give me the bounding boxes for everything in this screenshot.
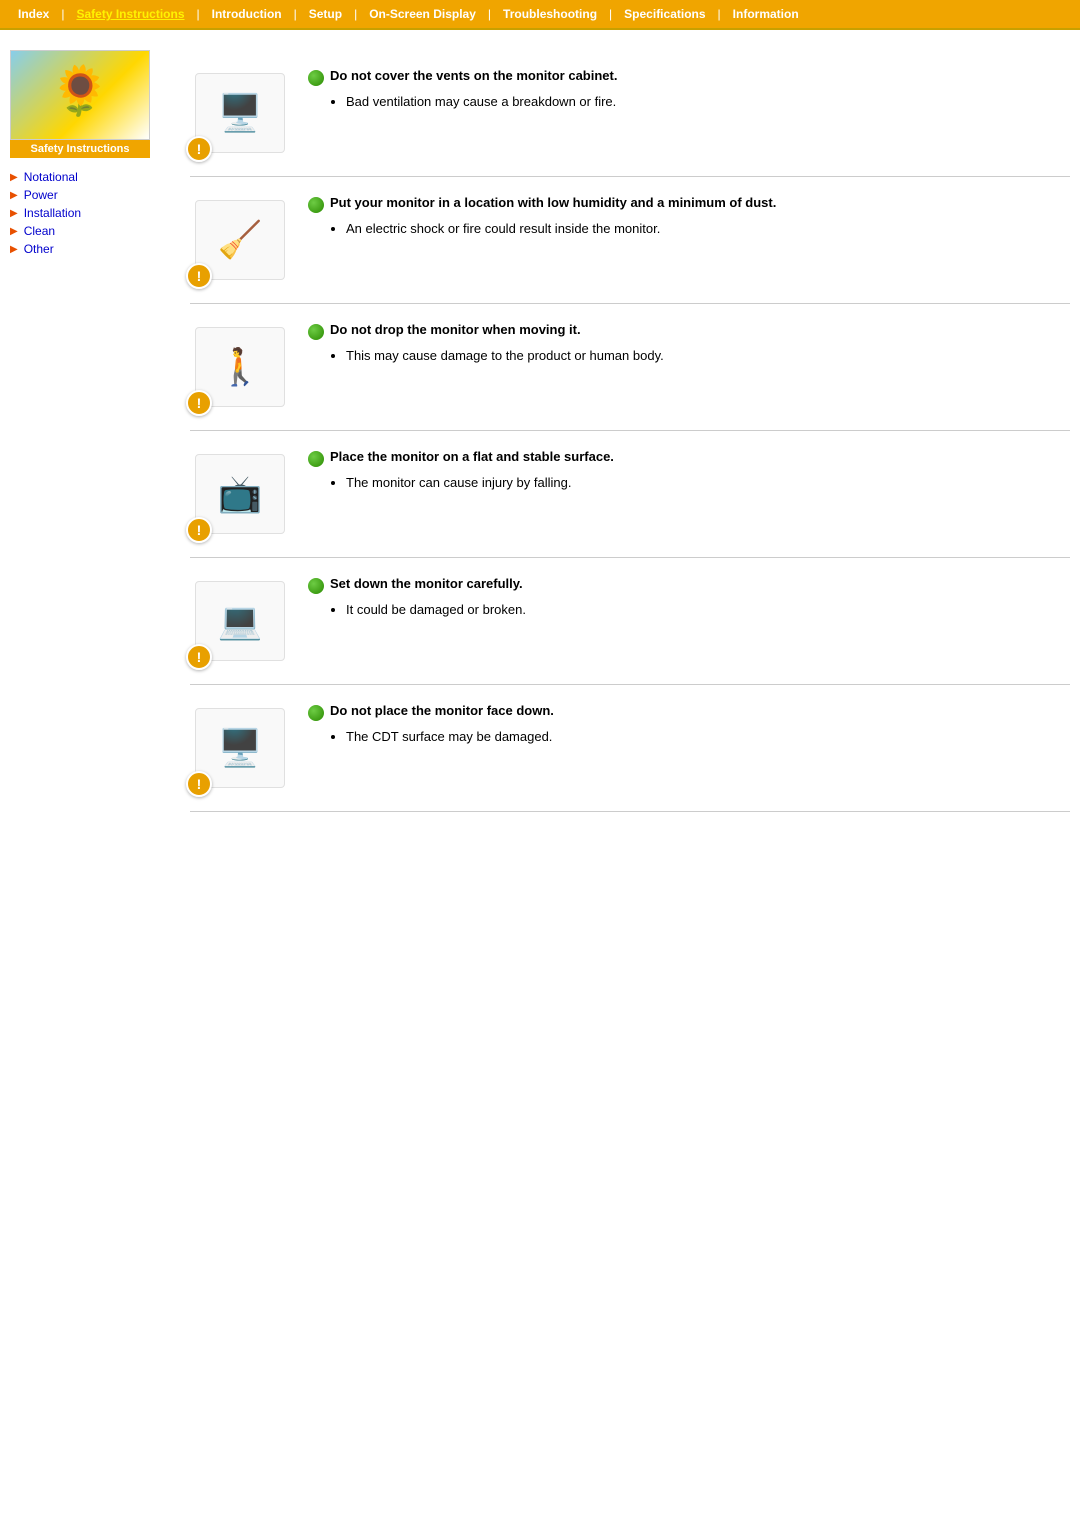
nav-separator: |: [195, 7, 202, 21]
warning-badge-0: !: [186, 136, 212, 162]
sidebar-link-label: Installation: [24, 206, 81, 220]
nav-item-specifications[interactable]: Specifications: [614, 4, 715, 24]
nav-separator: |: [716, 7, 723, 21]
inst-heading-text-1: Put your monitor in a location with low …: [330, 195, 776, 210]
inst-bullet-list-4: It could be damaged or broken.: [330, 602, 1060, 617]
instruction-image-5: 🖥️!: [190, 703, 290, 793]
sidebar-hero-label: Safety Instructions: [10, 140, 150, 158]
inst-heading-text-5: Do not place the monitor face down.: [330, 703, 554, 718]
sidebar: 🌻 Safety Instructions ▶Notational▶Power▶…: [10, 50, 170, 812]
green-circle-icon-0: [308, 70, 324, 86]
nav-item-troubleshooting[interactable]: Troubleshooting: [493, 4, 607, 24]
green-circle-icon-1: [308, 197, 324, 213]
sidebar-hero-image: 🌻: [50, 62, 110, 119]
nav-separator: |: [352, 7, 359, 21]
inst-heading-text-0: Do not cover the vents on the monitor ca…: [330, 68, 617, 83]
inst-bullet-item-1: An electric shock or fire could result i…: [346, 221, 1060, 236]
sidebar-link-installation[interactable]: ▶ Installation: [10, 204, 170, 222]
instruction-block-5: 🖥️! Do not place the monitor face down. Th…: [190, 685, 1070, 812]
nav-item-setup[interactable]: Setup: [299, 4, 352, 24]
arrow-icon: ▶: [10, 172, 18, 183]
inst-heading-1: Put your monitor in a location with low …: [308, 195, 1060, 213]
sidebar-link-power[interactable]: ▶ Power: [10, 186, 170, 204]
inst-heading-2: Do not drop the monitor when moving it.: [308, 322, 1060, 340]
green-circle-icon-4: [308, 578, 324, 594]
inst-bullet-list-0: Bad ventilation may cause a breakdown or…: [330, 94, 1060, 109]
nav-item-on-screen-display[interactable]: On-Screen Display: [359, 4, 486, 24]
warning-badge-5: !: [186, 771, 212, 797]
instruction-text-1: Put your monitor in a location with low …: [308, 195, 1060, 236]
sidebar-link-label: Clean: [24, 224, 55, 238]
instruction-text-4: Set down the monitor carefully. It could …: [308, 576, 1060, 617]
green-circle-icon-2: [308, 324, 324, 340]
inst-heading-4: Set down the monitor carefully.: [308, 576, 1060, 594]
green-circle-icon-5: [308, 705, 324, 721]
inst-bullet-list-5: The CDT surface may be damaged.: [330, 729, 1060, 744]
instruction-block-4: 💻! Set down the monitor carefully. It coul…: [190, 558, 1070, 685]
arrow-icon: ▶: [10, 208, 18, 219]
inst-heading-text-3: Place the monitor on a flat and stable s…: [330, 449, 614, 464]
warning-badge-4: !: [186, 644, 212, 670]
nav-separator: |: [59, 7, 66, 21]
instruction-block-2: 🚶! Do not drop the monitor when moving it…: [190, 304, 1070, 431]
instruction-block-0: 🖥️! Do not cover the vents on the monitor…: [190, 50, 1070, 177]
inst-bullet-item-0: Bad ventilation may cause a breakdown or…: [346, 94, 1060, 109]
inst-bullet-item-2: This may cause damage to the product or …: [346, 348, 1060, 363]
sidebar-link-notational[interactable]: ▶ Notational: [10, 168, 170, 186]
sidebar-link-clean[interactable]: ▶ Clean: [10, 222, 170, 240]
green-circle-icon-3: [308, 451, 324, 467]
nav-item-index[interactable]: Index: [8, 4, 59, 24]
instruction-text-0: Do not cover the vents on the monitor ca…: [308, 68, 1060, 109]
sidebar-link-label: Power: [24, 188, 58, 202]
instruction-image-4: 💻!: [190, 576, 290, 666]
nav-separator: |: [607, 7, 614, 21]
content-area: 🖥️! Do not cover the vents on the monitor…: [190, 50, 1070, 812]
instruction-block-3: 📺! Place the monitor on a flat and stable…: [190, 431, 1070, 558]
nav-item-information[interactable]: Information: [723, 4, 809, 24]
instruction-image-1: 🧹!: [190, 195, 290, 285]
inst-heading-0: Do not cover the vents on the monitor ca…: [308, 68, 1060, 86]
arrow-icon: ▶: [10, 190, 18, 201]
warning-badge-3: !: [186, 517, 212, 543]
inst-bullet-list-2: This may cause damage to the product or …: [330, 348, 1060, 363]
inst-bullet-list-3: The monitor can cause injury by falling.: [330, 475, 1060, 490]
inst-heading-text-2: Do not drop the monitor when moving it.: [330, 322, 581, 337]
sidebar-link-other[interactable]: ▶ Other: [10, 240, 170, 258]
nav-item-introduction[interactable]: Introduction: [202, 4, 292, 24]
instruction-image-2: 🚶!: [190, 322, 290, 412]
instruction-text-5: Do not place the monitor face down. The C…: [308, 703, 1060, 744]
arrow-icon: ▶: [10, 244, 18, 255]
sidebar-hero: 🌻: [10, 50, 150, 140]
sidebar-link-label: Notational: [24, 170, 78, 184]
warning-badge-2: !: [186, 390, 212, 416]
inst-bullet-item-3: The monitor can cause injury by falling.: [346, 475, 1060, 490]
sidebar-link-label: Other: [24, 242, 54, 256]
nav-item-safety-instructions[interactable]: Safety Instructions: [66, 4, 194, 24]
nav-separator: |: [486, 7, 493, 21]
instruction-image-3: 📺!: [190, 449, 290, 539]
inst-bullet-item-4: It could be damaged or broken.: [346, 602, 1060, 617]
inst-bullet-list-1: An electric shock or fire could result i…: [330, 221, 1060, 236]
warning-badge-1: !: [186, 263, 212, 289]
sidebar-nav: ▶ Notational ▶ Power ▶ Installation ▶ Clean ▶ Oth…: [10, 168, 170, 258]
inst-heading-text-4: Set down the monitor carefully.: [330, 576, 523, 591]
nav-separator: |: [292, 7, 299, 21]
inst-heading-5: Do not place the monitor face down.: [308, 703, 1060, 721]
instruction-image-0: 🖥️!: [190, 68, 290, 158]
instruction-block-1: 🧹! Put your monitor in a location with lo…: [190, 177, 1070, 304]
inst-bullet-item-5: The CDT surface may be damaged.: [346, 729, 1060, 744]
arrow-icon: ▶: [10, 226, 18, 237]
main-layout: 🌻 Safety Instructions ▶Notational▶Power▶…: [0, 30, 1080, 832]
instruction-text-3: Place the monitor on a flat and stable s…: [308, 449, 1060, 490]
instruction-text-2: Do not drop the monitor when moving it. T…: [308, 322, 1060, 363]
navbar: Index|Safety Instructions|Introduction|S…: [0, 0, 1080, 30]
inst-heading-3: Place the monitor on a flat and stable s…: [308, 449, 1060, 467]
